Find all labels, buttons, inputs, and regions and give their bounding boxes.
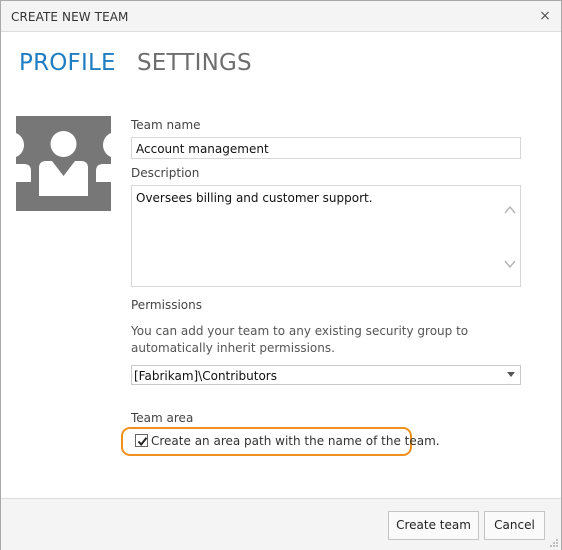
- team-name-input[interactable]: Account management: [131, 137, 521, 159]
- permissions-label: Permissions: [131, 298, 202, 312]
- team-area-label: Team area: [131, 411, 194, 425]
- scroll-down-icon[interactable]: [503, 258, 517, 270]
- team-name-label: Team name: [131, 118, 201, 132]
- tab-profile[interactable]: PROFILE: [19, 50, 116, 76]
- team-group-icon: [16, 116, 111, 211]
- area-path-checkbox-label[interactable]: Create an area path with the name of the…: [151, 434, 440, 448]
- area-path-checkbox[interactable]: [135, 434, 148, 447]
- close-icon[interactable]: ×: [537, 7, 553, 25]
- resize-grip-icon[interactable]: [549, 538, 559, 548]
- chevron-down-icon[interactable]: [507, 372, 515, 377]
- checkmark-icon: [137, 437, 148, 447]
- description-label: Description: [131, 166, 200, 180]
- permissions-help-text: You can add your team to any existing se…: [131, 324, 469, 355]
- permissions-selected-value: [Fabrikam]\Contributors: [134, 369, 277, 383]
- create-team-dialog: CREATE NEW TEAM × PROFILE SETTINGS Team …: [0, 0, 562, 550]
- description-text: Oversees billing and customer support.: [136, 191, 373, 205]
- dialog-titlebar: CREATE NEW TEAM ×: [1, 1, 561, 32]
- tab-settings[interactable]: SETTINGS: [137, 50, 252, 76]
- permissions-select[interactable]: [Fabrikam]\Contributors: [131, 365, 521, 385]
- dialog-title: CREATE NEW TEAM: [11, 10, 129, 24]
- scroll-up-icon[interactable]: [503, 204, 517, 216]
- create-team-button[interactable]: Create team: [388, 511, 479, 540]
- cancel-button[interactable]: Cancel: [484, 511, 545, 540]
- dialog-footer: Create team Cancel: [1, 498, 561, 550]
- description-textarea[interactable]: Oversees billing and customer support.: [131, 185, 521, 287]
